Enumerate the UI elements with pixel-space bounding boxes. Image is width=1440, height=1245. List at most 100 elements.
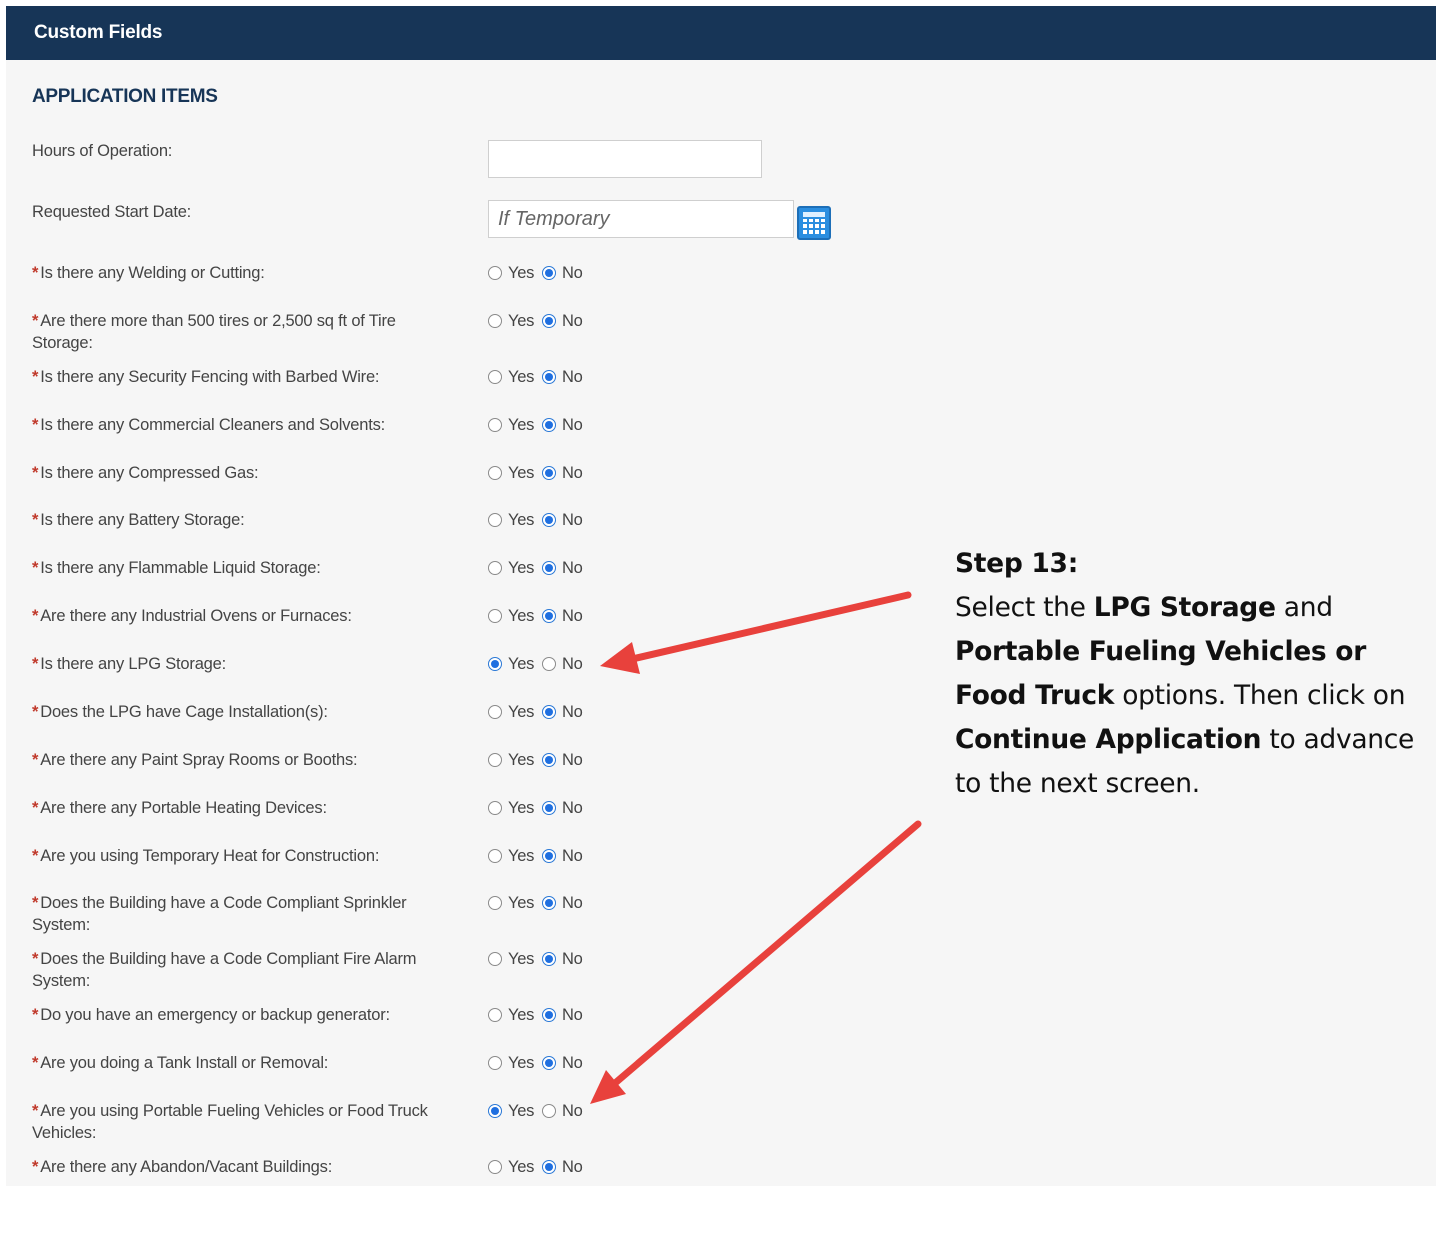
yes-label[interactable]: Yes: [508, 368, 534, 387]
no-radio[interactable]: [542, 657, 557, 671]
no-label[interactable]: No: [562, 751, 583, 770]
yes-no-radio-group: Yes No: [488, 845, 591, 867]
no-label[interactable]: No: [562, 511, 583, 530]
yes-radio[interactable]: [488, 513, 502, 527]
no-label[interactable]: No: [562, 368, 583, 387]
yes-label[interactable]: Yes: [508, 416, 534, 435]
no-label[interactable]: No: [562, 950, 583, 969]
no-label[interactable]: No: [562, 799, 583, 818]
question-text-continued: Storage:: [32, 334, 93, 352]
no-label[interactable]: No: [562, 1006, 583, 1025]
yes-radio[interactable]: [488, 418, 502, 432]
required-asterisk: *: [32, 799, 39, 817]
question-text: Are there more than 500 tires or 2,500 s…: [40, 312, 396, 330]
hours-of-operation-input[interactable]: [488, 140, 762, 178]
yes-radio[interactable]: [488, 1056, 502, 1070]
yes-radio[interactable]: [488, 896, 502, 910]
yes-radio[interactable]: [488, 849, 502, 863]
yes-label[interactable]: Yes: [508, 847, 534, 866]
no-radio[interactable]: [542, 561, 557, 575]
yes-radio[interactable]: [488, 314, 502, 328]
question-text-continued: Vehicles:: [32, 1124, 97, 1142]
no-label[interactable]: No: [562, 416, 583, 435]
yes-radio[interactable]: [488, 370, 502, 384]
required-asterisk: *: [32, 655, 39, 673]
yes-label[interactable]: Yes: [508, 799, 534, 818]
yes-label[interactable]: Yes: [508, 950, 534, 969]
no-label[interactable]: No: [562, 1102, 583, 1121]
yes-label[interactable]: Yes: [508, 703, 534, 722]
note-text-2: and: [1275, 592, 1333, 623]
yes-label[interactable]: Yes: [508, 894, 534, 913]
instruction-note: Step 13: Select the LPG Storage and Port…: [955, 542, 1415, 806]
no-radio[interactable]: [542, 266, 557, 280]
yes-label[interactable]: Yes: [508, 511, 534, 530]
no-radio[interactable]: [542, 418, 557, 432]
yes-radio[interactable]: [488, 466, 502, 480]
no-radio[interactable]: [542, 1160, 557, 1174]
no-radio[interactable]: [542, 705, 557, 719]
yes-radio[interactable]: [488, 1104, 502, 1118]
question-text: Is there any Flammable Liquid Storage:: [40, 559, 321, 577]
yes-radio[interactable]: [488, 657, 502, 671]
yes-label[interactable]: Yes: [508, 607, 534, 626]
no-radio[interactable]: [542, 513, 557, 527]
yes-radio[interactable]: [488, 609, 502, 623]
yes-radio[interactable]: [488, 705, 502, 719]
no-label[interactable]: No: [562, 607, 583, 626]
yes-label[interactable]: Yes: [508, 1054, 534, 1073]
yes-radio[interactable]: [488, 561, 502, 575]
required-asterisk: *: [32, 894, 39, 912]
yes-radio[interactable]: [488, 1008, 502, 1022]
no-radio[interactable]: [542, 849, 557, 863]
no-radio[interactable]: [542, 370, 557, 384]
no-radio[interactable]: [542, 314, 557, 328]
yes-label[interactable]: Yes: [508, 655, 534, 674]
no-radio[interactable]: [542, 1008, 557, 1022]
no-radio[interactable]: [542, 952, 557, 966]
yes-no-radio-group: Yes No: [488, 1004, 591, 1026]
yes-label[interactable]: Yes: [508, 751, 534, 770]
no-label[interactable]: No: [562, 264, 583, 283]
requested-start-date-input[interactable]: If Temporary: [488, 200, 794, 238]
yes-radio[interactable]: [488, 1160, 502, 1174]
no-label[interactable]: No: [562, 847, 583, 866]
yes-no-radio-group: Yes No: [488, 462, 591, 484]
yes-label[interactable]: Yes: [508, 312, 534, 331]
no-label[interactable]: No: [562, 312, 583, 331]
note-text-3: options. Then click on: [1114, 680, 1406, 711]
question-label: * Is there any LPG Storage:: [32, 653, 472, 675]
yes-radio[interactable]: [488, 801, 502, 815]
no-radio[interactable]: [542, 896, 557, 910]
yes-label[interactable]: Yes: [508, 1158, 534, 1177]
no-radio[interactable]: [542, 1104, 557, 1118]
no-label[interactable]: No: [562, 655, 583, 674]
yes-radio[interactable]: [488, 753, 502, 767]
no-label[interactable]: No: [562, 559, 583, 578]
yes-radio[interactable]: [488, 266, 502, 280]
yes-label[interactable]: Yes: [508, 1006, 534, 1025]
no-label[interactable]: No: [562, 464, 583, 483]
no-label[interactable]: No: [562, 703, 583, 722]
requested-start-date-label: Requested Start Date:: [32, 203, 192, 221]
calendar-icon[interactable]: [797, 206, 831, 240]
question-label: * Is there any Commercial Cleaners and So…: [32, 414, 472, 436]
no-label[interactable]: No: [562, 1158, 583, 1177]
required-asterisk: *: [32, 368, 39, 386]
yes-label[interactable]: Yes: [508, 559, 534, 578]
yes-label[interactable]: Yes: [508, 464, 534, 483]
question-text: Are you using Temporary Heat for Constru…: [40, 847, 380, 865]
no-radio[interactable]: [542, 753, 557, 767]
question-label: * Is there any Flammable Liquid Storage:: [32, 557, 472, 579]
no-label[interactable]: No: [562, 1054, 583, 1073]
no-radio[interactable]: [542, 609, 557, 623]
no-radio[interactable]: [542, 801, 557, 815]
no-radio[interactable]: [542, 466, 557, 480]
yes-label[interactable]: Yes: [508, 264, 534, 283]
no-radio[interactable]: [542, 1056, 557, 1070]
no-label[interactable]: No: [562, 894, 583, 913]
yes-no-radio-group: Yes No: [488, 1052, 591, 1074]
yes-radio[interactable]: [488, 952, 502, 966]
yes-label[interactable]: Yes: [508, 1102, 534, 1121]
yes-no-radio-group: Yes No: [488, 509, 591, 531]
